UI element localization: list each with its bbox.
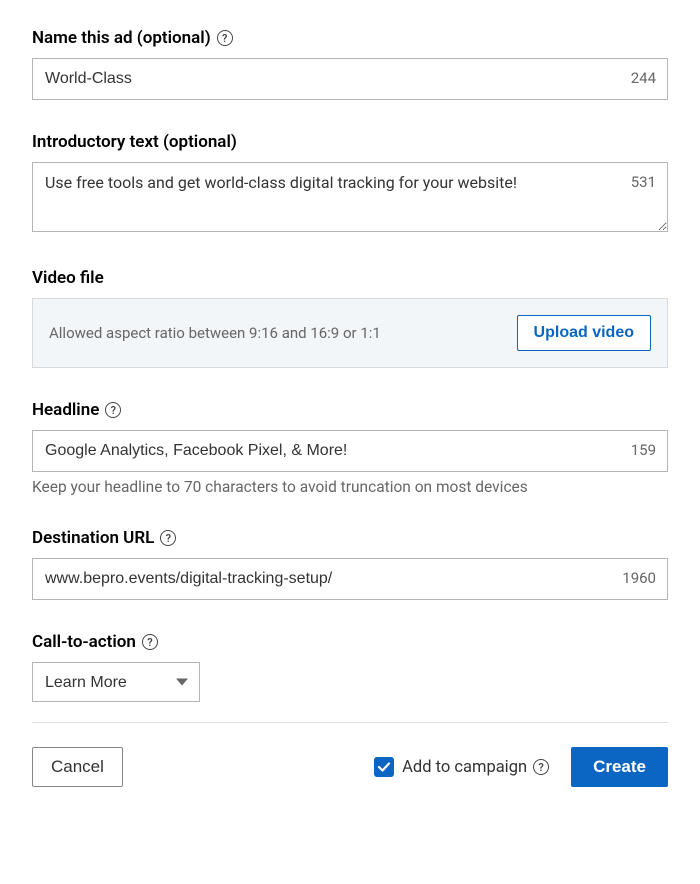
headline-input-wrap: 159: [32, 430, 668, 472]
cta-select[interactable]: Learn More: [32, 662, 200, 702]
ad-name-field: Name this ad (optional) ? 244: [32, 28, 668, 100]
headline-helper: Keep your headline to 70 characters to a…: [32, 478, 668, 496]
help-icon[interactable]: ?: [105, 402, 121, 418]
add-to-campaign-group: Add to campaign ?: [374, 757, 549, 777]
ad-name-input-wrap: 244: [32, 58, 668, 100]
destination-url-label: Destination URL ?: [32, 528, 668, 548]
add-to-campaign-label: Add to campaign ?: [402, 758, 549, 777]
destination-url-count: 1960: [622, 569, 656, 587]
check-icon: [377, 760, 391, 774]
destination-url-field: Destination URL ? 1960: [32, 528, 668, 600]
video-file-label-text: Video file: [32, 268, 104, 288]
upload-video-button[interactable]: Upload video: [517, 315, 651, 351]
video-aspect-hint: Allowed aspect ratio between 9:16 and 16…: [49, 324, 381, 342]
headline-field: Headline ? 159 Keep your headline to 70 …: [32, 400, 668, 496]
cta-select-wrap: Learn More: [32, 662, 200, 702]
ad-name-count: 244: [631, 69, 656, 87]
video-upload-box: Allowed aspect ratio between 9:16 and 16…: [32, 298, 668, 368]
destination-url-label-text: Destination URL: [32, 528, 154, 548]
destination-url-input-wrap: 1960: [32, 558, 668, 600]
help-icon[interactable]: ?: [217, 30, 233, 46]
destination-url-input[interactable]: [32, 558, 668, 600]
cancel-button[interactable]: Cancel: [32, 747, 123, 787]
ad-name-label-text: Name this ad (optional): [32, 28, 211, 48]
help-icon[interactable]: ?: [142, 634, 158, 650]
add-to-campaign-checkbox[interactable]: [374, 757, 394, 777]
cta-label: Call-to-action ?: [32, 632, 668, 652]
headline-count: 159: [631, 441, 656, 459]
intro-text-label-text: Introductory text (optional): [32, 132, 237, 152]
video-file-label: Video file: [32, 268, 668, 288]
intro-text-input-wrap: Use free tools and get world-class digit…: [32, 162, 668, 236]
headline-input[interactable]: [32, 430, 668, 472]
intro-text-input[interactable]: Use free tools and get world-class digit…: [32, 162, 668, 232]
headline-label-text: Headline: [32, 400, 99, 420]
add-to-campaign-text: Add to campaign: [402, 758, 527, 777]
headline-label: Headline ?: [32, 400, 668, 420]
ad-name-label: Name this ad (optional) ?: [32, 28, 668, 48]
video-file-field: Video file Allowed aspect ratio between …: [32, 268, 668, 368]
cta-field: Call-to-action ? Learn More: [32, 632, 668, 702]
create-button[interactable]: Create: [571, 747, 668, 787]
intro-text-label: Introductory text (optional): [32, 132, 668, 152]
cta-label-text: Call-to-action: [32, 632, 136, 652]
help-icon[interactable]: ?: [533, 759, 549, 775]
intro-text-count: 531: [631, 173, 656, 191]
footer-right: Add to campaign ? Create: [374, 747, 668, 787]
intro-text-field: Introductory text (optional) Use free to…: [32, 132, 668, 236]
footer-divider: [32, 722, 668, 723]
help-icon[interactable]: ?: [160, 530, 176, 546]
footer-row: Cancel Add to campaign ? Create: [32, 747, 668, 787]
ad-name-input[interactable]: [32, 58, 668, 100]
